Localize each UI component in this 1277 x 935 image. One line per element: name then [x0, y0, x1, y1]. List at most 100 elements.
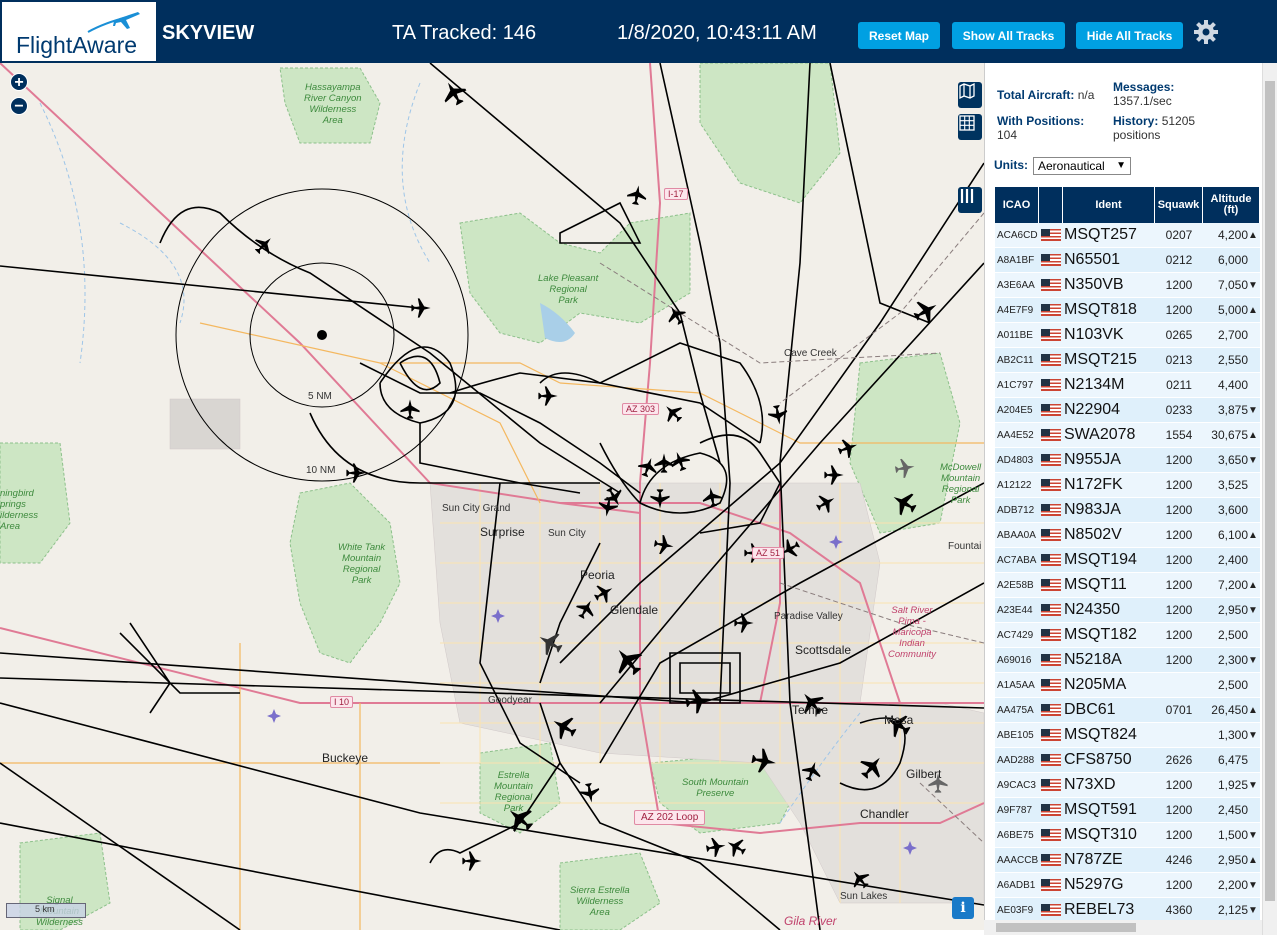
info-button[interactable]: i [952, 897, 974, 919]
table-row[interactable]: AA475A DBC61 0701 26,450 ▲ [995, 698, 1260, 723]
altitude-value: 3,875 [1217, 403, 1248, 417]
cell-icao: ABAA0A [997, 529, 1036, 541]
grid-toggle-button[interactable] [958, 114, 982, 140]
altitude-trend-icon: ▲ [1248, 579, 1258, 591]
reset-map-button[interactable]: Reset Map [858, 22, 940, 49]
horizontal-scroll-thumb[interactable] [996, 923, 1136, 932]
altitude-value: 7,200 [1217, 578, 1248, 592]
table-row[interactable]: AA4E52 SWA2078 1554 30,675 ▲ [995, 423, 1260, 448]
table-row[interactable]: A1C797 N2134M 0211 4,400 [995, 373, 1260, 398]
ident-text: MSQT182 [1064, 626, 1137, 643]
altitude-value: 4,200 [1217, 228, 1248, 242]
us-flag-icon [1041, 279, 1061, 291]
chevron-down-icon: ▼ [1116, 160, 1126, 171]
scroll-thumb[interactable] [1265, 81, 1275, 901]
units-select[interactable]: Aeronautical ▼ [1033, 157, 1131, 175]
cell-altitude: 2,300 ▼ [1203, 648, 1260, 672]
total-aircraft-value: n/a [1077, 88, 1095, 102]
table-row[interactable]: A69016 N5218A 1200 2,300 ▼ [995, 648, 1260, 673]
table-row[interactable]: A3E6AA N350VB 1200 7,050 ▼ [995, 273, 1260, 298]
table-row[interactable]: AC7429 MSQT182 1200 2,500 [995, 623, 1260, 648]
cell-altitude: 2,500 [1203, 673, 1260, 697]
show-all-tracks-button[interactable]: Show All Tracks [952, 22, 1065, 49]
cell-icao: A011BE [997, 329, 1033, 341]
altitude-value: 2,125 [1217, 903, 1248, 917]
altitude-value: 1,300 [1217, 728, 1248, 742]
table-row[interactable]: A23E44 N24350 1200 2,950 ▼ [995, 598, 1260, 623]
cell-ident: N22904 [1039, 398, 1155, 422]
col-flag[interactable] [1039, 187, 1063, 223]
shield-i10: I 10 [330, 696, 354, 708]
table-row[interactable]: AB2C11 MSQT215 0213 2,550 [995, 348, 1260, 373]
table-row[interactable]: A1A5AA N205MA 2,500 [995, 673, 1260, 698]
range-label-10nm: 10 NM [306, 465, 336, 476]
cell-icao: A23E44 [997, 604, 1033, 616]
table-row[interactable]: A9CAC3 N73XD 1200 1,925 ▼ [995, 773, 1260, 798]
table-row[interactable]: A6BE75 MSQT310 1200 1,500 ▼ [995, 823, 1260, 848]
table-row[interactable]: AC7ABA MSQT194 1200 2,400 [995, 548, 1260, 573]
panel-scrollbar[interactable] [1262, 63, 1277, 935]
table-row[interactable]: AAD288 CFS8750 2626 6,475 [995, 748, 1260, 773]
zoom-out-button[interactable]: − [10, 97, 28, 115]
ident-text: N65501 [1064, 251, 1121, 268]
us-flag-icon [1041, 704, 1061, 716]
cell-altitude: 1,300 ▼ [1203, 723, 1260, 747]
panel-horizontal-scrollbar[interactable] [984, 920, 1262, 935]
table-row[interactable]: A4E7F9 MSQT818 1200 5,000 ▲ [995, 298, 1260, 323]
table-row[interactable]: ABAA0A N8502V 1200 6,100 ▲ [995, 523, 1260, 548]
us-flag-icon [1041, 654, 1061, 666]
header-bar: FlightAware SKYVIEW TA Tracked: 146 1/8/… [0, 0, 1277, 63]
messages-label: Messages: [1113, 80, 1175, 94]
flightaware-logo[interactable]: FlightAware [2, 2, 156, 61]
cell-altitude: 2,450 [1203, 798, 1260, 822]
cell-squawk [1155, 723, 1203, 747]
units-label: Units: [994, 158, 1028, 172]
cell-icao: A1C797 [997, 379, 1034, 391]
urban-wittmann [169, 398, 241, 450]
cell-squawk: 1200 [1165, 603, 1193, 617]
cell-ident: MSQT194 [1039, 548, 1155, 572]
table-row[interactable]: A12122 N172FK 1200 3,525 [995, 473, 1260, 498]
table-row[interactable]: ABE105 MSQT824 1,300 ▼ [995, 723, 1260, 748]
col-ident[interactable]: Ident [1063, 187, 1155, 223]
cell-icao: ADB712 [997, 504, 1035, 516]
place-gila-river: Gila River [784, 914, 837, 928]
columns-toggle-button[interactable] [958, 187, 982, 213]
table-row[interactable]: A9F787 MSQT591 1200 2,450 [995, 798, 1260, 823]
place-south-mountain: South Mountain Preserve [682, 777, 749, 799]
table-row[interactable]: ADB712 N983JA 1200 3,600 [995, 498, 1260, 523]
positions-value: 104 [997, 128, 1018, 142]
us-flag-icon [1041, 529, 1061, 541]
stat-history: History: 51205 positions [1113, 114, 1195, 142]
place-gilbert: Gilbert [906, 767, 942, 781]
map-view[interactable]: 5 NM 10 NM Hassayampa River Canyon Wilde… [0, 63, 984, 930]
col-icao[interactable]: ICAO [995, 187, 1039, 223]
map-layer-button[interactable] [958, 82, 982, 108]
col-altitude[interactable]: Altitude (ft) [1203, 187, 1260, 223]
altitude-trend-icon: ▲ [1248, 854, 1258, 866]
cell-altitude: 2,950 ▼ [1203, 598, 1260, 622]
zoom-in-button[interactable]: + [10, 73, 28, 91]
place-cave-creek: Cave Creek [784, 348, 837, 359]
table-row[interactable]: A011BE N103VK 0265 2,700 [995, 323, 1260, 348]
ident-text: MSQT257 [1064, 226, 1137, 243]
park-north [699, 63, 841, 204]
table-row[interactable]: ACA6CD MSQT257 0207 4,200 ▲ [995, 223, 1260, 248]
col-squawk[interactable]: Squawk [1155, 187, 1203, 223]
table-row[interactable]: A2E58B MSQT11 1200 7,200 ▲ [995, 573, 1260, 598]
altitude-value: 6,475 [1217, 753, 1248, 767]
ident-text: N8502V [1064, 526, 1122, 543]
table-row[interactable]: A204E5 N22904 0233 3,875 ▼ [995, 398, 1260, 423]
hide-all-tracks-button[interactable]: Hide All Tracks [1076, 22, 1183, 49]
cell-ident: N73XD [1039, 773, 1155, 797]
table-row[interactable]: A6ADB1 N5297G 1200 2,200 ▼ [995, 873, 1260, 898]
table-row[interactable]: AD4803 N955JA 1200 3,650 ▼ [995, 448, 1260, 473]
table-row[interactable]: A8A1BF N65501 0212 6,000 [995, 248, 1260, 273]
table-header: ICAO Ident Squawk Altitude (ft) [995, 187, 1260, 223]
table-row[interactable]: AAACCB N787ZE 4246 2,950 ▲ [995, 848, 1260, 873]
gear-icon[interactable] [1193, 19, 1219, 45]
app-title: SKYVIEW [162, 22, 255, 44]
altitude-trend-icon: ▲ [1248, 304, 1258, 316]
map-canvas[interactable] [0, 63, 984, 930]
ident-text: N205MA [1064, 676, 1127, 693]
